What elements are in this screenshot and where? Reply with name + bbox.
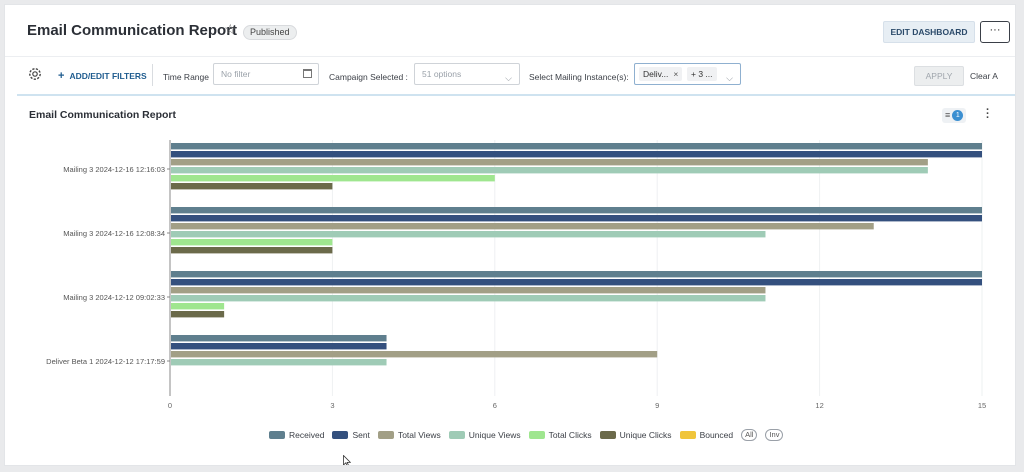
page-title: Email Communication Report [27, 22, 238, 39]
legend-toggle-all[interactable]: All [741, 429, 758, 441]
legend-label: Bounced [699, 430, 734, 440]
category-label: Mailing 3 2024-12-16 12:16:03 [63, 165, 165, 174]
bar-received [171, 335, 387, 342]
dashboard-header: Email Communication Report ☆ Published E… [5, 5, 1015, 57]
add-edit-filters-button[interactable]: + ADD/EDIT FILTERS [58, 70, 147, 82]
legend-label: Total Views [397, 430, 441, 440]
apply-button[interactable]: APPLY [914, 66, 964, 86]
bar-received [171, 143, 982, 150]
legend-swatch [269, 431, 285, 439]
bar-sent [171, 215, 982, 222]
campaign-select[interactable]: 51 options ⌵ [414, 63, 520, 85]
divider [152, 64, 153, 86]
x-tick-label: 0 [168, 401, 172, 410]
bar-unique-views [171, 231, 766, 238]
bar-total-clicks [171, 303, 225, 310]
legend-label: Unique Views [468, 430, 521, 440]
mailing-more-chip[interactable]: + 3 ... [687, 67, 717, 81]
category-label: Deliver Beta 1 2024-12-12 17:17:59 [46, 357, 165, 366]
bar-chart: 0 3 6 9 12 15 Mailing 3 2024-12-16 12:16:03 Mai… [46, 140, 986, 410]
mailing-instance-select[interactable]: Deliv... × + 3 ... ⌵ [634, 63, 741, 85]
bar-sent [171, 279, 982, 286]
x-tick-label: 6 [493, 401, 497, 410]
category-label: Mailing 3 2024-12-12 09:02:33 [63, 293, 165, 302]
legend-item[interactable]: Received [269, 430, 324, 440]
bar-received [171, 207, 982, 214]
legend-swatch [377, 431, 394, 439]
bar-total-views [171, 287, 766, 294]
mouse-cursor-icon [343, 455, 351, 465]
bar-total-clicks [171, 239, 333, 246]
x-tick-label: 3 [330, 401, 334, 410]
mailing-chip-label: Deliv... [643, 69, 669, 79]
kebab-menu-icon[interactable]: · · · [986, 105, 990, 124]
legend-swatch [679, 431, 696, 439]
legend-swatch [599, 431, 616, 439]
filter-icon: ≡ [945, 110, 951, 120]
campaign-value: 51 options [422, 69, 462, 79]
edit-dashboard-button[interactable]: EDIT DASHBOARD [883, 21, 975, 43]
panel-title: Email Communication Report [29, 109, 177, 121]
bar-received [171, 271, 982, 278]
legend-swatch [332, 431, 349, 439]
close-icon[interactable]: × [673, 69, 678, 79]
time-range-input[interactable]: No filter [213, 63, 319, 85]
x-tick-label: 12 [815, 401, 823, 410]
bar-unique-clicks [171, 183, 333, 190]
star-icon[interactable]: ☆ [224, 21, 237, 38]
filter-bar: + ADD/EDIT FILTERS Time Range No filter C… [5, 58, 1015, 93]
status-badge: Published [243, 25, 297, 40]
x-tick-label: 15 [978, 401, 986, 410]
chevron-down-icon: ⌵ [505, 73, 512, 83]
panel-top-border [17, 94, 1015, 96]
legend-swatch [528, 431, 545, 439]
bar-total-views [171, 223, 874, 230]
legend-item[interactable]: Unique Clicks [599, 430, 672, 440]
legend-label: Received [289, 430, 325, 440]
more-options-button[interactable]: ··· [980, 21, 1010, 43]
time-range-label: Time Range [163, 72, 209, 82]
mailing-chip[interactable]: Deliv... × [639, 67, 683, 81]
legend-swatch [448, 431, 465, 439]
filter-count-badge: 1 [952, 110, 964, 121]
mailing-label: Select Mailing Instance(s): [529, 72, 629, 82]
clear-all-button[interactable]: Clear A [970, 71, 998, 81]
category-label: Mailing 3 2024-12-16 12:08:34 [63, 229, 165, 238]
bar-unique-views [171, 359, 387, 366]
legend-label: Unique Clicks [619, 430, 672, 440]
time-range-placeholder: No filter [221, 69, 251, 79]
bar-total-clicks [171, 175, 495, 182]
legend-item[interactable]: Sent [332, 430, 370, 440]
legend-item[interactable]: Total Views [377, 430, 441, 440]
add-filters-label: ADD/EDIT FILTERS [69, 71, 147, 81]
chevron-down-icon: ⌵ [726, 73, 733, 83]
chart-legend: Received Sent Total Views Unique Views Total… [269, 428, 784, 442]
bar-sent [171, 151, 982, 158]
bar-unique-views [171, 295, 766, 302]
bar-sent [171, 343, 387, 350]
bar-unique-views [171, 167, 928, 174]
legend-item[interactable]: Unique Views [448, 430, 521, 440]
bar-total-views [171, 351, 658, 358]
legend-item[interactable]: Bounced [679, 430, 734, 440]
plus-icon: + [58, 70, 65, 82]
legend-toggle-inv[interactable]: Inv [765, 429, 784, 441]
gear-icon[interactable] [27, 66, 43, 82]
legend-item[interactable]: Total Clicks [528, 430, 592, 440]
bar-total-views [171, 159, 928, 166]
panel-filter-button[interactable]: ≡ 1 [942, 108, 967, 123]
legend-label: Total Clicks [548, 430, 592, 440]
x-tick-label: 9 [655, 401, 659, 410]
campaign-label: Campaign Selected : [329, 72, 408, 82]
dashboard-frame: Email Communication Report ☆ Published E… [4, 4, 1016, 466]
bar-unique-clicks [171, 311, 225, 318]
legend-label: Sent [352, 430, 370, 440]
calendar-icon [303, 69, 312, 78]
bar-unique-clicks [171, 247, 333, 254]
